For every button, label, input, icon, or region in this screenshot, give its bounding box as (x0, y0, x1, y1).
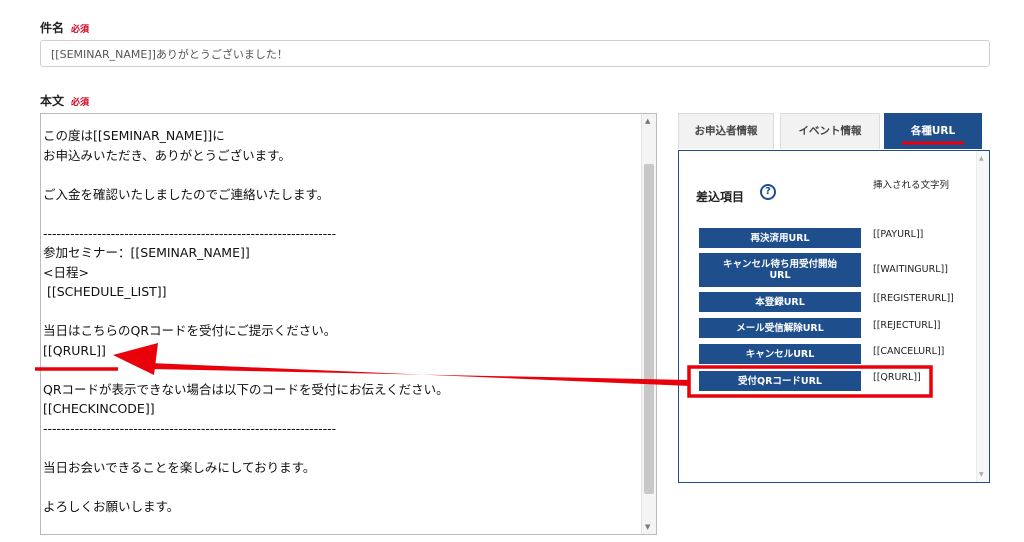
annotation-overlay (35, 141, 964, 398)
arrow-head-icon (113, 343, 158, 375)
arrow-shaft (150, 363, 690, 386)
highlight-qr-box (687, 365, 933, 398)
